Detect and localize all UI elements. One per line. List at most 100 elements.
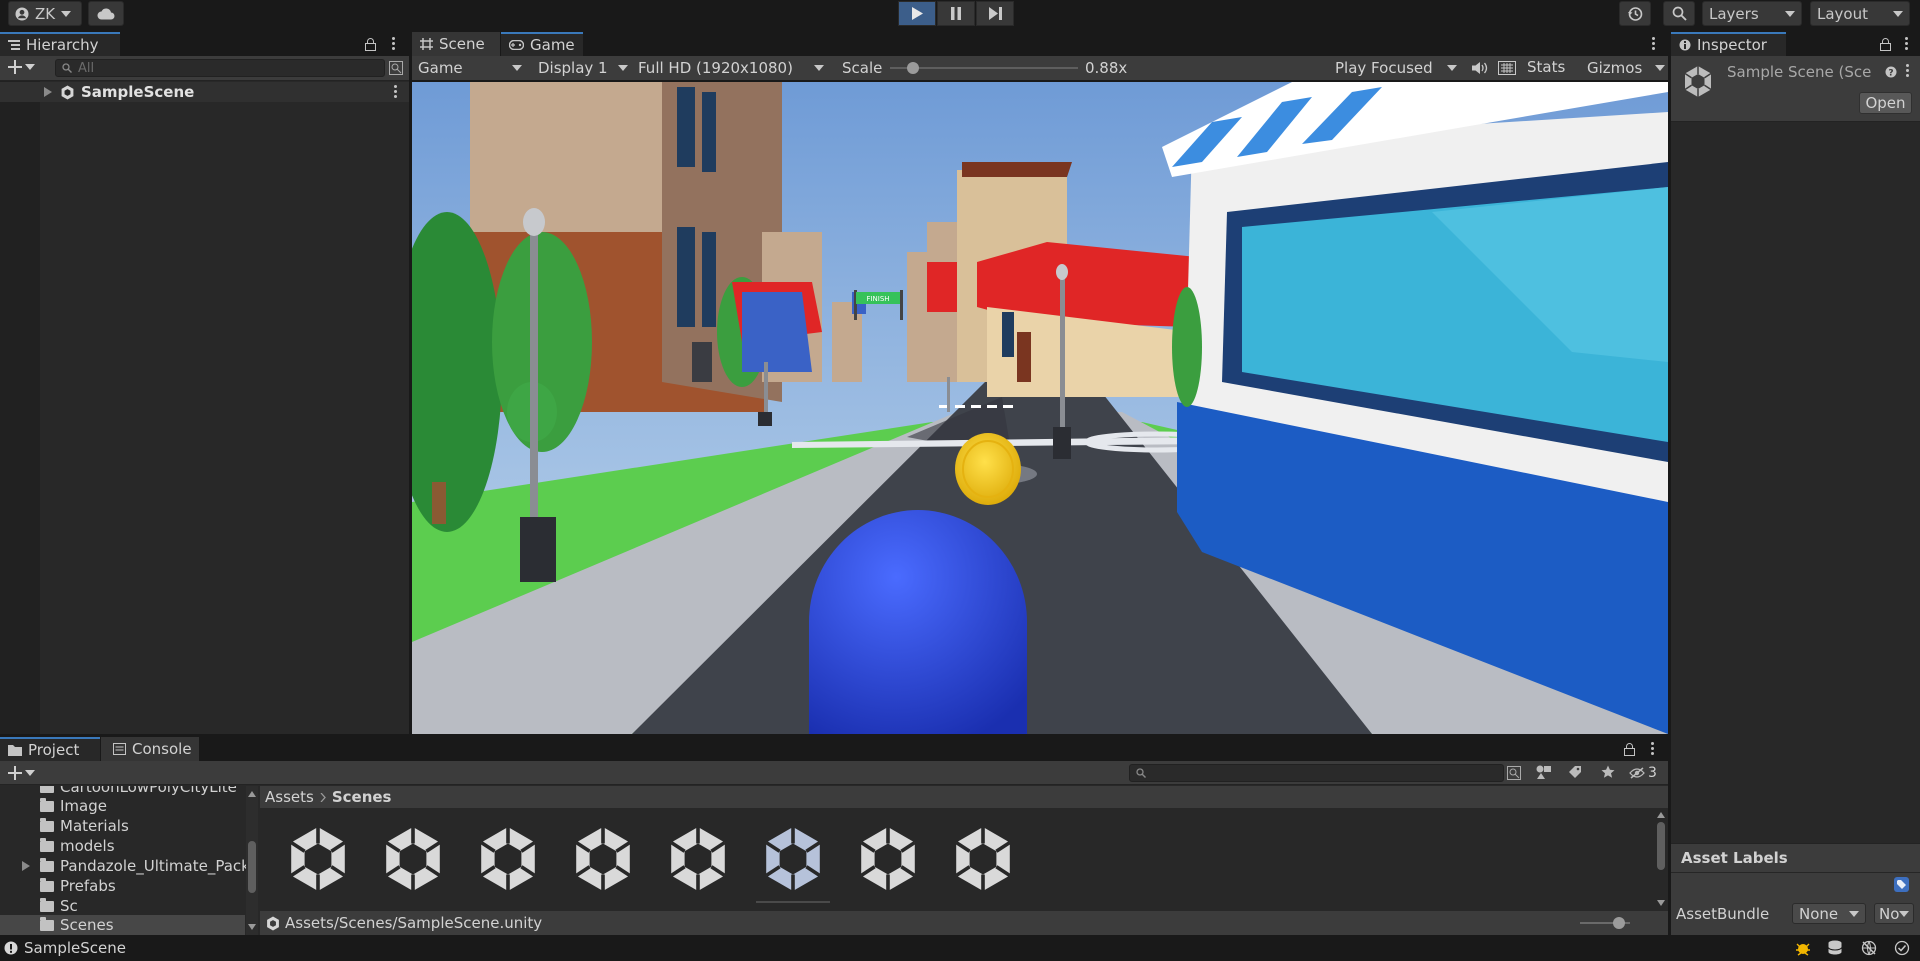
assetbundle-dropdown[interactable]: None [1792, 903, 1866, 924]
search-button[interactable] [1663, 1, 1695, 26]
project-search-input[interactable] [1129, 764, 1504, 782]
tab-inspector[interactable]: Inspector [1671, 32, 1786, 56]
history-button[interactable] [1619, 1, 1651, 26]
step-button[interactable] [976, 1, 1014, 26]
scroll-up-icon[interactable] [1657, 812, 1665, 818]
label-icon[interactable] [1568, 765, 1582, 779]
network-off-icon[interactable] [1861, 940, 1877, 956]
cloud-button[interactable] [88, 1, 124, 26]
tab-scene[interactable]: Scene [412, 32, 500, 56]
folder-icon [40, 837, 54, 852]
asset-scrollbar[interactable] [1654, 808, 1668, 910]
pause-button[interactable] [937, 1, 975, 26]
hierarchy-search-input[interactable]: All [55, 59, 385, 77]
account-dropdown[interactable]: ZK [8, 1, 82, 26]
tree-item[interactable]: Sc [40, 897, 78, 915]
folder-icon [40, 817, 54, 832]
tree-item[interactable]: Image [40, 797, 107, 815]
scene-asset[interactable] [475, 825, 555, 905]
display-dropdown[interactable]: Display 1 [534, 57, 632, 78]
stats-button[interactable]: Stats [1527, 58, 1565, 76]
scene-asset[interactable] [570, 825, 650, 905]
check-circle-icon[interactable] [1894, 940, 1910, 956]
expand-arrow-icon[interactable] [44, 87, 52, 97]
play-button[interactable] [898, 1, 936, 26]
unity-scene-icon [670, 827, 726, 891]
search-filter-icon[interactable] [1507, 766, 1521, 780]
chevron-down-icon [1447, 64, 1457, 71]
scene-row[interactable]: SampleScene [0, 82, 409, 102]
tree-item[interactable]: Materials [40, 817, 129, 835]
asset-scroll-thumb[interactable] [1657, 822, 1665, 870]
audio-mute-button[interactable] [1472, 61, 1488, 79]
tree-item[interactable]: Pandazole_Ultimate_Pack [22, 857, 258, 875]
breadcrumb-assets[interactable]: Assets [265, 788, 314, 806]
create-button[interactable] [8, 766, 35, 780]
expand-arrow-icon[interactable] [22, 861, 30, 871]
settings-menu-icon[interactable] [1906, 64, 1909, 77]
scene-asset[interactable] [855, 825, 935, 905]
create-button[interactable] [8, 60, 35, 74]
icon-size-handle[interactable] [1613, 917, 1625, 929]
cache-server-icon[interactable] [1827, 940, 1843, 956]
filter-by-type-icon[interactable] [1536, 765, 1552, 780]
star-icon[interactable] [1601, 765, 1615, 779]
tree-item-selected[interactable]: Scenes [0, 915, 245, 935]
search-mode-icon[interactable] [389, 61, 403, 79]
tree-item-label: CartoonLowPolyCityLite [60, 786, 237, 796]
inspector-title: Sample Scene (Sce [1727, 63, 1872, 81]
tree-item-label: Materials [60, 817, 129, 835]
scroll-down-icon[interactable] [248, 924, 256, 930]
tree-item[interactable]: CartoonLowPolyCityLite [40, 786, 237, 796]
scroll-down-icon[interactable] [1657, 900, 1665, 906]
scene-asset[interactable] [756, 825, 840, 905]
breadcrumb-scenes[interactable]: Scenes [332, 788, 392, 806]
tree-scrollbar[interactable] [246, 786, 258, 935]
layout-dropdown[interactable]: Layout [1810, 1, 1910, 26]
tab-project[interactable]: Project [0, 737, 100, 761]
game-viewport[interactable]: FINISH [412, 82, 1668, 734]
lock-icon[interactable] [365, 37, 376, 55]
folder-icon [40, 786, 54, 793]
unity-scene-icon [267, 915, 279, 931]
resolution-dropdown[interactable]: Full HD (1920x1080) [634, 57, 828, 78]
play-focused-dropdown[interactable]: Play Focused [1331, 57, 1461, 78]
scene-menu-icon[interactable] [394, 85, 397, 98]
tree-item-label: Pandazole_Ultimate_Pack [60, 857, 250, 875]
scene-asset[interactable] [665, 825, 745, 905]
tree-item[interactable]: Prefabs [40, 877, 116, 895]
tree-scroll-thumb[interactable] [248, 841, 256, 893]
lock-icon[interactable] [1880, 37, 1891, 55]
panel-menu-icon[interactable] [1905, 37, 1908, 50]
tag-icon[interactable] [1894, 877, 1909, 892]
selection-indicator [756, 901, 830, 903]
unity-scene-icon [575, 827, 631, 891]
layers-dropdown[interactable]: Layers [1702, 1, 1802, 26]
panel-menu-icon[interactable] [1652, 37, 1655, 50]
inspector-body: Sample Scene (Sce ? Open Asset Labels As… [1671, 56, 1920, 936]
scroll-up-icon[interactable] [248, 791, 256, 797]
help-icon[interactable]: ? [1885, 66, 1897, 78]
tab-console[interactable]: Console [101, 737, 199, 761]
hidden-packages-toggle[interactable]: 3 [1629, 765, 1657, 781]
tab-hierarchy[interactable]: Hierarchy [0, 32, 120, 56]
tab-game[interactable]: Game [501, 32, 583, 56]
tree-item[interactable]: models [40, 837, 115, 855]
variant-dropdown[interactable]: No [1874, 903, 1914, 924]
scene-asset[interactable] [285, 825, 365, 905]
scene-asset[interactable] [380, 825, 460, 905]
scene-asset[interactable] [950, 825, 1030, 905]
open-button[interactable]: Open [1859, 92, 1912, 114]
bug-icon[interactable] [1794, 939, 1812, 957]
lock-icon[interactable] [1624, 742, 1635, 760]
scale-slider-handle[interactable] [906, 62, 919, 74]
hierarchy-body: All SampleScene [0, 56, 409, 734]
gizmos-dropdown[interactable]: Gizmos [1587, 57, 1669, 78]
panel-menu-icon[interactable] [1651, 742, 1654, 755]
history-icon [1628, 6, 1643, 21]
aspect-grid-button[interactable] [1498, 61, 1516, 79]
panel-menu-icon[interactable] [392, 37, 395, 50]
project-tab-label: Project [28, 741, 80, 759]
chevron-down-icon [1785, 10, 1795, 17]
game-mode-dropdown[interactable]: Game [415, 57, 528, 78]
